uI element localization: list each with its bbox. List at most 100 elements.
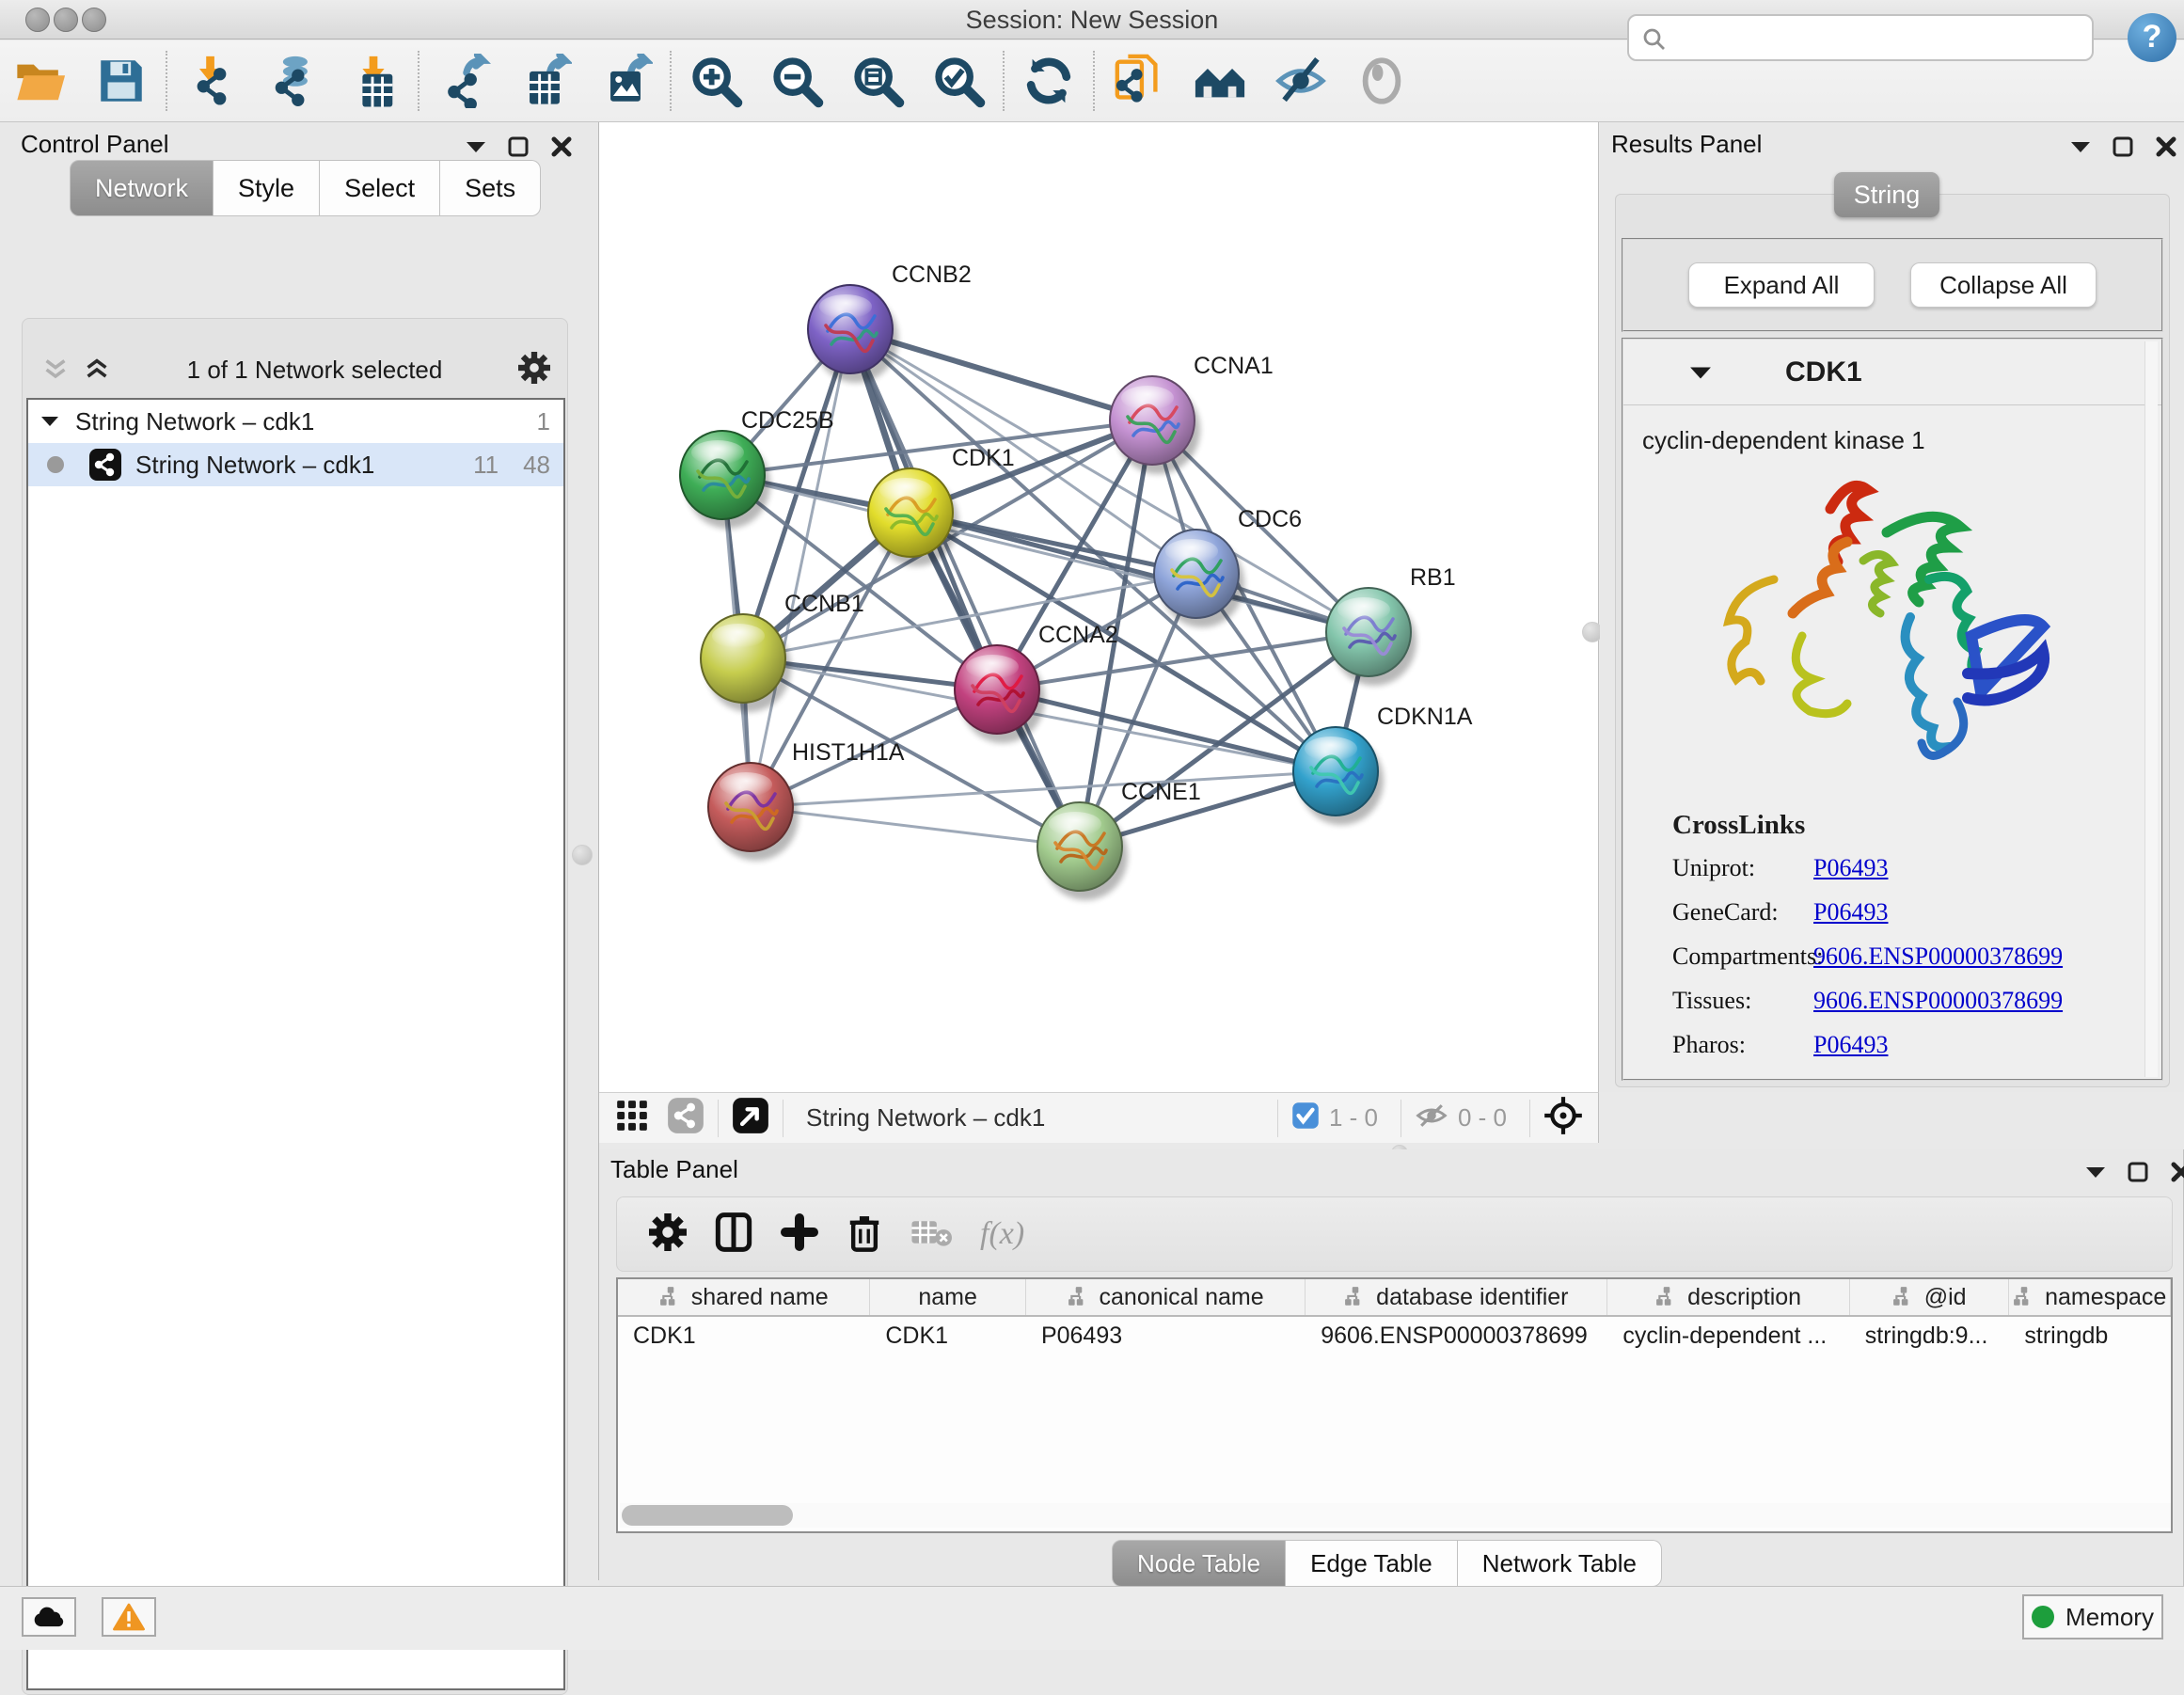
delete-column-trash-icon[interactable] [847, 1212, 882, 1258]
fit-selected-crosshair-icon[interactable] [1543, 1096, 1583, 1140]
open-file-icon[interactable] [0, 40, 81, 121]
network-share-view-icon[interactable] [667, 1097, 704, 1139]
results-panel-header-icons [2070, 135, 2177, 158]
network-node-RB1[interactable]: RB1 [1326, 564, 1456, 686]
column-header-name[interactable]: name [870, 1279, 1026, 1315]
expand-all-button[interactable]: Expand All [1688, 262, 1875, 308]
float-panel-icon[interactable] [2112, 135, 2134, 158]
network-graph[interactable]: CCNB2 CCNA1 CDC25B CDK1 CDC6 RB1 CCNB1 C… [599, 122, 1599, 1092]
network-edge[interactable] [751, 329, 850, 807]
network-collection-row[interactable]: String Network – cdk1 1 [28, 400, 563, 443]
network-options-gear-icon[interactable] [518, 352, 550, 388]
table-cell[interactable]: P06493 [1026, 1317, 1306, 1356]
zoom-fit-icon[interactable] [837, 40, 918, 121]
import-network-icon[interactable] [171, 40, 252, 121]
tab-network-table[interactable]: Network Table [1458, 1540, 1662, 1587]
zoom-selected-icon[interactable] [918, 40, 999, 121]
table-cell[interactable]: cyclin-dependent ... [1607, 1317, 1849, 1356]
network-node-CDK1[interactable]: CDK1 [868, 445, 1015, 566]
close-panel-icon[interactable] [550, 135, 573, 158]
column-header-sharedname[interactable]: shared name [618, 1279, 870, 1315]
node-label: CCNB1 [784, 591, 864, 617]
left-splitter-handle[interactable] [572, 845, 593, 865]
network-node-CCNE1[interactable]: CCNE1 [1037, 779, 1201, 900]
network-node-CCNA1[interactable]: CCNA1 [1110, 353, 1274, 474]
show-columns-icon[interactable] [715, 1212, 752, 1258]
grid-view-icon[interactable] [614, 1098, 650, 1138]
tab-node-table[interactable]: Node Table [1112, 1540, 1286, 1587]
close-panel-icon[interactable] [2155, 135, 2177, 158]
warning-status-button[interactable] [102, 1597, 156, 1637]
collapse-all-button[interactable]: Collapse All [1910, 262, 2097, 308]
network-edge[interactable] [850, 329, 1080, 847]
tab-network[interactable]: Network [70, 160, 214, 216]
export-image-icon[interactable] [585, 40, 666, 121]
zoom-in-icon[interactable] [675, 40, 756, 121]
section-collapse-icon[interactable] [1689, 365, 1712, 380]
table-h-scrollbar[interactable] [620, 1503, 2171, 1528]
collapse-all-icon[interactable] [41, 357, 70, 382]
show-eye-icon[interactable] [1341, 40, 1422, 121]
table-cell[interactable]: stringdb [2009, 1317, 2171, 1356]
clone-network-icon[interactable] [1099, 40, 1179, 121]
panel-menu-icon[interactable] [466, 140, 486, 153]
column-header-description[interactable]: description [1607, 1279, 1849, 1315]
results-scrollbar[interactable] [2144, 341, 2158, 1077]
crosslink-link[interactable]: P06493 [1813, 854, 1888, 882]
float-panel-icon[interactable] [507, 135, 530, 158]
crosslink-link[interactable]: P06493 [1813, 1031, 1888, 1059]
network-row[interactable]: String Network – cdk1 11 48 [28, 443, 563, 486]
add-column-icon[interactable] [781, 1213, 818, 1256]
hide-unhide-icon[interactable] [1260, 40, 1341, 121]
scrollbar-thumb[interactable] [622, 1505, 793, 1526]
expand-all-tree-icon[interactable] [83, 357, 111, 382]
table-cell[interactable]: CDK1 [870, 1317, 1026, 1356]
memory-button[interactable]: Memory [2022, 1594, 2163, 1640]
network-node-CCNB2[interactable]: CCNB2 [808, 261, 972, 383]
column-header-databaseidentifier[interactable]: database identifier [1306, 1279, 1607, 1315]
home-networks-icon[interactable] [1179, 40, 1260, 121]
warning-icon [113, 1603, 145, 1631]
network-node-CCNB1[interactable]: CCNB1 [701, 591, 864, 712]
import-table-icon[interactable] [333, 40, 414, 121]
tree-expand-icon[interactable] [41, 416, 58, 427]
table-cell[interactable]: stringdb:9... [1850, 1317, 2010, 1356]
float-panel-icon[interactable] [2127, 1161, 2149, 1183]
node-section-header[interactable]: CDK1 [1623, 340, 2161, 405]
tab-string[interactable]: String [1834, 172, 1939, 217]
zoom-out-icon[interactable] [756, 40, 837, 121]
table-cell[interactable]: 9606.ENSP00000378699 [1306, 1317, 1607, 1356]
tab-edge-table[interactable]: Edge Table [1286, 1540, 1458, 1587]
tab-select[interactable]: Select [320, 160, 440, 216]
search-input[interactable] [1627, 14, 2094, 61]
network-canvas[interactable]: CCNB2 CCNA1 CDC25B CDK1 CDC6 RB1 CCNB1 C… [599, 122, 1599, 1092]
column-header-id[interactable]: @id [1850, 1279, 2010, 1315]
tab-style[interactable]: Style [214, 160, 320, 216]
column-header-canonicalname[interactable]: canonical name [1026, 1279, 1306, 1315]
network-node-CDC25B[interactable]: CDC25B [680, 407, 834, 529]
cloud-icon [31, 1605, 67, 1629]
cloud-status-button[interactable] [22, 1597, 76, 1637]
crosslink-link[interactable]: 9606.ENSP00000378699 [1813, 943, 2063, 971]
crosslink-link[interactable]: P06493 [1813, 898, 1888, 927]
panel-menu-icon[interactable] [2085, 1165, 2106, 1179]
tab-sets[interactable]: Sets [440, 160, 541, 216]
birdseye-view-icon[interactable] [732, 1097, 769, 1139]
toolbar-divider [418, 51, 419, 111]
crosslink-link[interactable]: 9606.ENSP00000378699 [1813, 987, 2063, 1015]
help-button[interactable]: ? [2128, 13, 2176, 62]
refresh-icon[interactable] [1008, 40, 1089, 121]
close-panel-icon[interactable] [2170, 1161, 2184, 1183]
import-database-icon[interactable] [252, 40, 333, 121]
panel-menu-icon[interactable] [2070, 140, 2091, 153]
export-network-icon[interactable] [423, 40, 504, 121]
column-header-namespace[interactable]: namespace [2009, 1279, 2171, 1315]
export-table-icon[interactable] [504, 40, 585, 121]
table-options-gear-icon[interactable] [649, 1213, 687, 1256]
network-node-CDKN1A[interactable]: CDKN1A [1293, 704, 1473, 825]
save-session-icon[interactable] [81, 40, 162, 121]
selected-checkbox-icon[interactable] [1291, 1101, 1320, 1134]
table-row[interactable]: CDK1CDK1P064939606.ENSP00000378699cyclin… [618, 1317, 2171, 1356]
table-cell[interactable]: CDK1 [618, 1317, 870, 1356]
network-edge[interactable] [751, 807, 1080, 847]
